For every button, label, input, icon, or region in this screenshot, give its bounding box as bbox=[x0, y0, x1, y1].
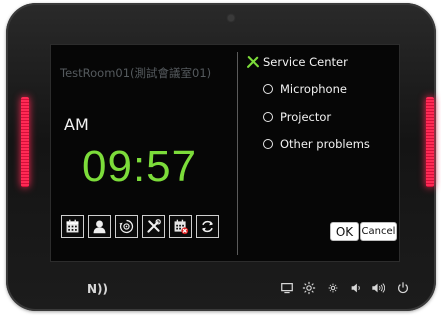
service-center-title: Service Center bbox=[246, 55, 348, 69]
user-icon bbox=[93, 220, 106, 234]
brightness-up-icon[interactable] bbox=[302, 281, 316, 297]
nfc-indicator: N)) bbox=[87, 282, 109, 296]
option-label: Microphone bbox=[280, 82, 347, 96]
volume-up-icon[interactable] bbox=[371, 281, 385, 297]
monitor-icon[interactable] bbox=[280, 281, 294, 297]
radio-button[interactable] bbox=[263, 84, 273, 94]
brightness-down-icon[interactable] bbox=[326, 281, 340, 297]
panel-divider bbox=[237, 52, 238, 255]
led-bar-right bbox=[426, 97, 434, 187]
option-projector[interactable]: Projector bbox=[263, 110, 331, 124]
camera-lens bbox=[228, 15, 234, 21]
calendar-button[interactable] bbox=[61, 215, 84, 238]
radio-button[interactable] bbox=[263, 112, 273, 122]
refresh-icon bbox=[202, 220, 213, 233]
cancel-booking-button[interactable] bbox=[169, 215, 192, 238]
tools-icon bbox=[247, 56, 259, 68]
clock-time: 09:57 bbox=[82, 142, 198, 191]
option-microphone[interactable]: Microphone bbox=[263, 82, 347, 96]
option-label: Other problems bbox=[280, 137, 370, 151]
settings-sync-button[interactable] bbox=[115, 215, 138, 238]
option-label: Projector bbox=[280, 110, 332, 124]
service-center-label: Service Center bbox=[263, 55, 348, 69]
refresh-button[interactable] bbox=[196, 215, 219, 238]
am-pm-indicator: AM bbox=[64, 115, 89, 134]
led-bar-left bbox=[21, 97, 29, 187]
ok-button[interactable]: OK bbox=[330, 222, 359, 241]
power-icon[interactable] bbox=[396, 281, 410, 297]
calendar-icon bbox=[66, 219, 79, 233]
room-name: TestRoom01(測試會議室01) bbox=[60, 66, 212, 80]
cancel-button[interactable]: Cancel bbox=[360, 222, 397, 241]
radio-button[interactable] bbox=[263, 139, 273, 149]
calendar-cancel-icon bbox=[174, 219, 189, 235]
tools-icon bbox=[147, 219, 161, 233]
user-button[interactable] bbox=[88, 215, 111, 238]
settings-sync-icon bbox=[119, 219, 134, 234]
volume-down-icon[interactable] bbox=[349, 281, 363, 297]
option-other-problems[interactable]: Other problems bbox=[263, 137, 370, 151]
tools-button[interactable] bbox=[142, 215, 165, 238]
